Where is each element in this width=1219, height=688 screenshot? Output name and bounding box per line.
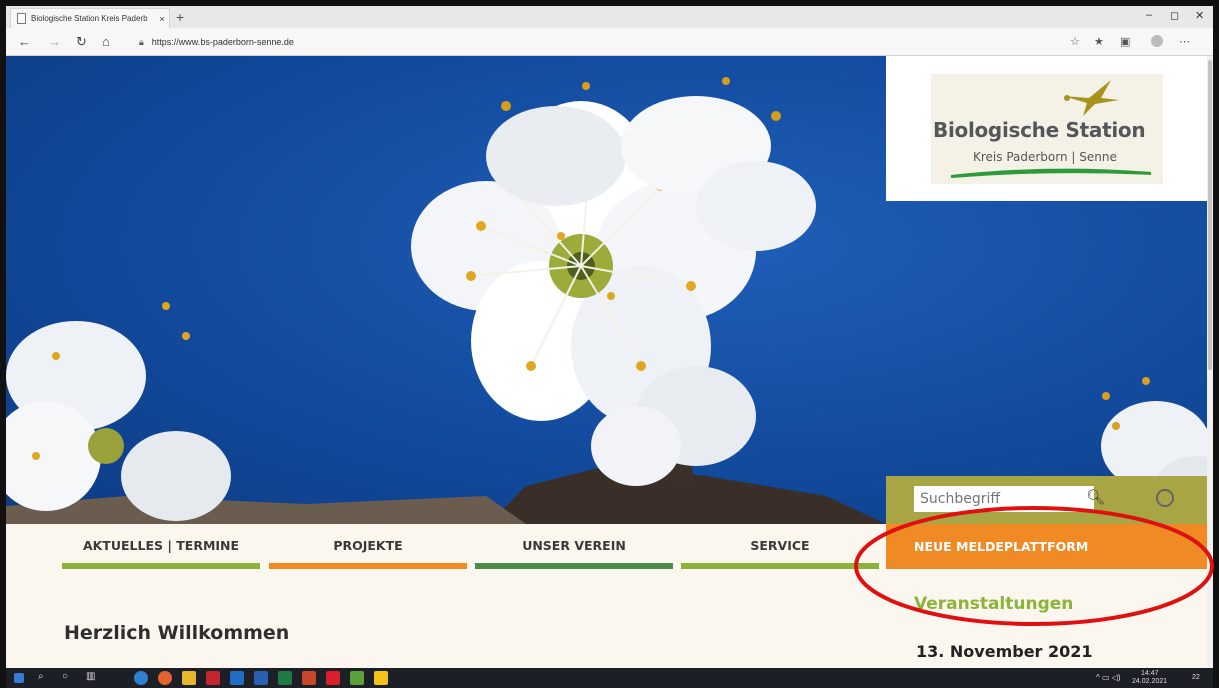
logo-container[interactable]: Biologische Station Kreis Paderborn | Se… (886, 56, 1207, 201)
new-tab-button[interactable]: + (176, 9, 184, 25)
search-taskbar-icon[interactable]: ⌕ (38, 671, 44, 682)
nav-item-unser-verein[interactable]: UNSER VEREIN (475, 538, 673, 553)
system-tray-icons[interactable]: ^ ▭ ◁) (1096, 673, 1121, 682)
logo-title: Biologische Station (933, 118, 1146, 142)
scrollbar-thumb[interactable] (1208, 60, 1212, 370)
minimize-button[interactable]: – (1146, 9, 1152, 21)
acrobat-icon[interactable] (206, 671, 220, 685)
app-c-icon[interactable] (326, 671, 340, 685)
url-field[interactable]: 🔒︎ https://www.bs-paderborn-senne.de (139, 33, 1199, 51)
close-window-button[interactable]: ✕ (1195, 9, 1204, 22)
excel-icon[interactable] (278, 671, 292, 685)
forward-arrow-icon[interactable]: → (48, 34, 61, 49)
nav-item-aktuelles[interactable]: AKTUELLES | TERMINE (62, 538, 260, 553)
favorites-icon[interactable]: ★ (1094, 35, 1104, 48)
word-icon[interactable] (254, 671, 268, 685)
logo-swoosh (951, 168, 1151, 178)
task-view-icon[interactable]: ▥ (86, 671, 95, 682)
annotation-ellipse (854, 506, 1214, 626)
maximize-button[interactable]: ◻ (1170, 9, 1179, 22)
edge-icon[interactable] (134, 671, 148, 685)
windows-taskbar: ⌕ ○ ▥ ^ ▭ ◁) 14:47 24.02.2021 22 (6, 668, 1213, 688)
browser-tab[interactable]: Biologische Station Kreis Paderb × (10, 8, 170, 28)
nav-underline-unser-verein (475, 563, 673, 569)
tracking-icon[interactable]: ☆ (1070, 35, 1080, 48)
url-text: https://www.bs-paderborn-senne.de (151, 37, 294, 47)
explorer-icon[interactable] (182, 671, 196, 685)
powerpoint-icon[interactable] (302, 671, 316, 685)
windows-start-icon[interactable] (14, 673, 24, 683)
profile-avatar[interactable] (1151, 35, 1163, 47)
page-icon (17, 13, 26, 24)
qgis-icon[interactable] (350, 671, 364, 685)
back-arrow-icon[interactable]: ← (18, 34, 31, 49)
firefox-icon[interactable] (158, 671, 172, 685)
logo: Biologische Station Kreis Paderborn | Se… (931, 74, 1163, 184)
sticky-notes-icon[interactable] (374, 671, 388, 685)
nav-underline-aktuelles (62, 563, 260, 569)
event-date[interactable]: 13. November 2021 (916, 642, 1093, 661)
collections-icon[interactable]: ▣ (1120, 35, 1130, 48)
notification-badge[interactable]: 22 (1192, 674, 1200, 682)
nav-item-projekte[interactable]: PROJEKTE (269, 538, 467, 553)
outlook-icon[interactable] (230, 671, 244, 685)
more-menu-icon[interactable]: ⋯ (1179, 35, 1190, 48)
nav-underline-projekte (269, 563, 467, 569)
close-tab-icon[interactable]: × (155, 14, 169, 24)
logo-subtitle: Kreis Paderborn | Senne (973, 150, 1117, 164)
cortana-icon[interactable]: ○ (62, 671, 68, 682)
home-icon[interactable]: ⌂ (102, 34, 110, 49)
taskbar-time[interactable]: 14:47 (1141, 670, 1159, 678)
welcome-heading: Herzlich Willkommen (64, 622, 290, 644)
browser-tab-bar: Biologische Station Kreis Paderb × + – ◻… (6, 6, 1213, 28)
reload-icon[interactable]: ↻ (76, 34, 87, 50)
bird-logo-icon (1063, 80, 1119, 116)
browser-address-bar: ← → ↻ ⌂ 🔒︎ https://www.bs-paderborn-senn… (6, 28, 1213, 56)
tab-title: Biologische Station Kreis Paderb (31, 14, 148, 23)
taskbar-date[interactable]: 24.02.2021 (1132, 678, 1167, 686)
lock-icon: 🔒︎ (139, 36, 144, 47)
